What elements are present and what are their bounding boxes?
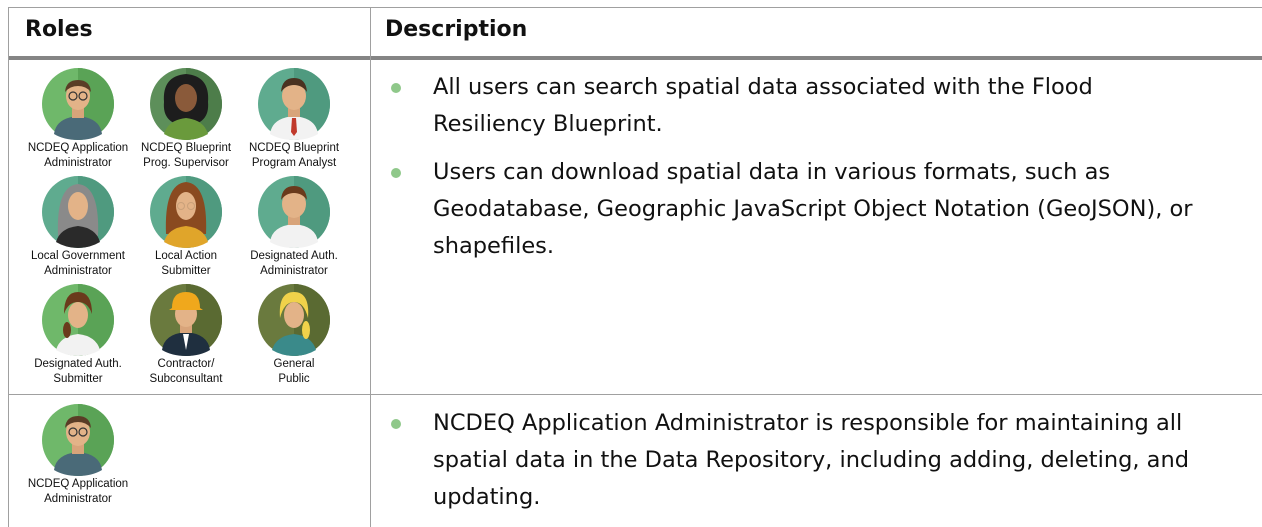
roles-cell-administrator: NCDEQ Application Administrator	[8, 395, 370, 527]
role-label-line2: Administrator	[44, 493, 112, 505]
role-label-line1: NCDEQ Application	[27, 142, 129, 154]
role-local-action-submitter: Local Action Submitter	[131, 176, 241, 278]
role-contractor-subconsultant: Contractor/ Subconsultant	[131, 284, 241, 386]
hardhat-worker-avatar-icon	[150, 284, 222, 356]
description-cell-all-users: All users can search spatial data associ…	[388, 69, 1208, 276]
role-ncdeq-blueprint-program-analyst: NCDEQ Blueprint Program Analyst	[239, 68, 349, 170]
male-glasses-avatar-icon	[42, 68, 114, 140]
bullet-text: NCDEQ Application Administrator is respo…	[433, 410, 1189, 510]
role-designated-auth-administrator: Designated Auth. Administrator	[239, 176, 349, 278]
bullet-text: All users can search spatial data associ…	[433, 74, 1093, 137]
list-item: Users can download spatial data in vario…	[388, 154, 1208, 265]
female-glasses-avatar-icon	[150, 176, 222, 248]
role-label-line2: Public	[278, 373, 310, 385]
bullet-icon	[391, 419, 401, 429]
role-label-line1: Designated Auth.	[34, 358, 122, 370]
male-avatar-icon	[258, 176, 330, 248]
table-top-border	[8, 7, 1262, 8]
role-ncdeq-blueprint-prog-supervisor: NCDEQ Blueprint Prog. Supervisor	[131, 68, 241, 170]
role-label-line1: NCDEQ Blueprint	[140, 142, 232, 154]
female-ponytail-avatar-icon	[42, 284, 114, 356]
male-tie-avatar-icon	[258, 68, 330, 140]
female-dark-hair-avatar-icon	[150, 68, 222, 140]
list-item: All users can search spatial data associ…	[388, 69, 1208, 143]
role-label-line1: General	[273, 358, 315, 370]
male-glasses-avatar-icon	[42, 404, 114, 476]
role-label-line2: Submitter	[161, 265, 211, 277]
column-divider	[370, 7, 371, 527]
role-local-government-administrator: Local Government Administrator	[23, 176, 133, 278]
role-ncdeq-application-administrator: NCDEQ Application Administrator	[23, 68, 133, 170]
female-gray-hair-avatar-icon	[42, 176, 114, 248]
description-cell-administrator: NCDEQ Application Administrator is respo…	[388, 405, 1208, 527]
role-label-line1: Contractor/	[157, 358, 215, 370]
role-label-line1: Local Government	[31, 250, 125, 262]
role-label-line1: Local Action	[154, 250, 217, 262]
role-ncdeq-application-administrator: NCDEQ Application Administrator	[23, 404, 133, 506]
roles-description-table: Roles Description NCDEQ Application Admi…	[8, 7, 1262, 527]
bullet-text: Users can download spatial data in vario…	[433, 159, 1193, 259]
role-label-line2: Administrator	[260, 265, 328, 277]
description-header: Description	[385, 17, 528, 42]
role-label-line2: Subconsultant	[149, 373, 223, 385]
role-designated-auth-submitter: Designated Auth. Submitter	[23, 284, 133, 386]
roles-header: Roles	[25, 17, 93, 42]
role-label-line1: NCDEQ Blueprint	[248, 142, 340, 154]
role-label-line2: Prog. Supervisor	[143, 157, 229, 169]
role-label-line2: Program Analyst	[251, 157, 337, 169]
female-blonde-avatar-icon	[258, 284, 330, 356]
role-label-line1: NCDEQ Application	[27, 478, 129, 490]
role-general-public: General Public	[239, 284, 349, 386]
role-label-line2: Administrator	[44, 157, 112, 169]
bullet-icon	[391, 83, 401, 93]
role-label-line2: Submitter	[53, 373, 103, 385]
role-label-line1: Designated Auth.	[250, 250, 338, 262]
list-item: NCDEQ Application Administrator is respo…	[388, 405, 1208, 516]
bullet-icon	[391, 168, 401, 178]
roles-cell-all-users: NCDEQ Application Administrator NCDEQ Bl…	[8, 60, 370, 394]
role-label-line2: Administrator	[44, 265, 112, 277]
